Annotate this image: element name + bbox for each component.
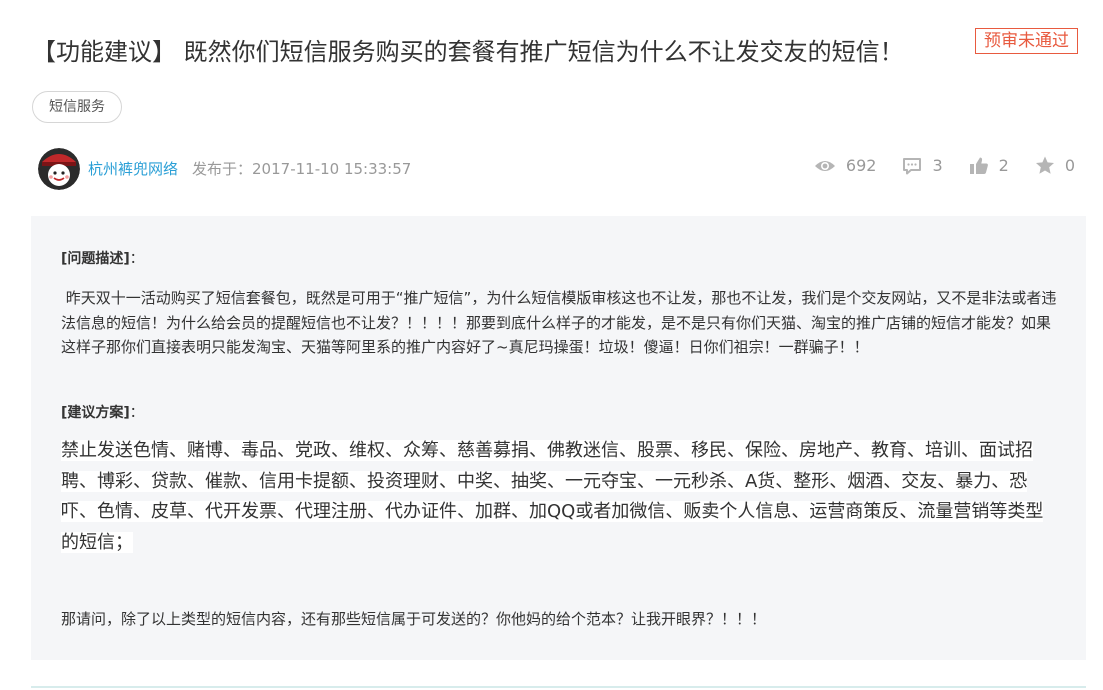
page-title: 【功能建议】 既然你们短信服务购买的套餐有推广短信为什么不让发交友的短信！ [32,38,904,66]
question-text: 那请问，除了以上类型的短信内容，还有那些短信属于可发送的？你他妈的给个范本？让我… [61,610,767,628]
post-meta: 发布于：2017-11-10 15:33:57 [192,158,411,179]
proposal-label-suffix: ： [129,405,144,421]
eye-icon [814,160,835,171]
problem-label-suffix: ： [129,251,144,267]
category-tag[interactable]: 短信服务 [32,91,122,123]
avatar[interactable] [38,148,80,190]
views-stat: 692 [814,156,877,175]
proposal-label: [建议方案] [61,405,130,421]
posted-label: 发布于： [192,160,253,178]
proposal-heading: [建议方案]： [61,402,144,422]
proposal-text-block: 禁止发送色情、赌博、毒品、党政、维权、众筹、慈善募捐、佛教迷信、股票、移民、保险… [61,436,1061,558]
author-row: 杭州裤兜网络 发布于：2017-11-10 15:33:57 692 3 2 0 [38,148,1083,190]
post-stats: 692 3 2 0 [788,156,1075,175]
problem-text: 昨天双十一活动购买了短信套餐包，既然是可用于“推广短信”，为什么短信模版审核这也… [61,289,1057,356]
star-icon [1035,156,1054,174]
thumbs-up-icon [969,157,988,174]
comments-stat[interactable]: 3 [902,156,943,175]
comments-count: 3 [932,156,943,175]
post-content: [问题描述]： 昨天双十一活动购买了短信套餐包，既然是可用于“推广短信”，为什么… [31,216,1086,660]
proposal-text: 禁止发送色情、赌博、毒品、党政、维权、众筹、慈善募捐、佛教迷信、股票、移民、保险… [61,440,1044,553]
problem-label: [问题描述] [61,251,130,267]
problem-heading: [问题描述]： [61,248,144,268]
author-name[interactable]: 杭州裤兜网络 [88,158,178,179]
problem-description: 昨天双十一活动购买了短信套餐包，既然是可用于“推广短信”，为什么短信模版审核这也… [61,286,1061,360]
favorites-count: 0 [1064,156,1075,175]
title-row: 【功能建议】 既然你们短信服务购买的套餐有推广短信为什么不让发交友的短信！ 预审… [32,28,1082,68]
divider [31,686,1086,688]
comment-icon [903,157,922,174]
status-badge: 预审未通过 [975,28,1078,54]
likes-stat[interactable]: 2 [969,156,1009,175]
posted-at: 2017-11-10 15:33:57 [252,160,412,178]
likes-count: 2 [998,156,1009,175]
favorites-stat[interactable]: 0 [1035,156,1075,175]
views-count: 692 [845,156,877,175]
